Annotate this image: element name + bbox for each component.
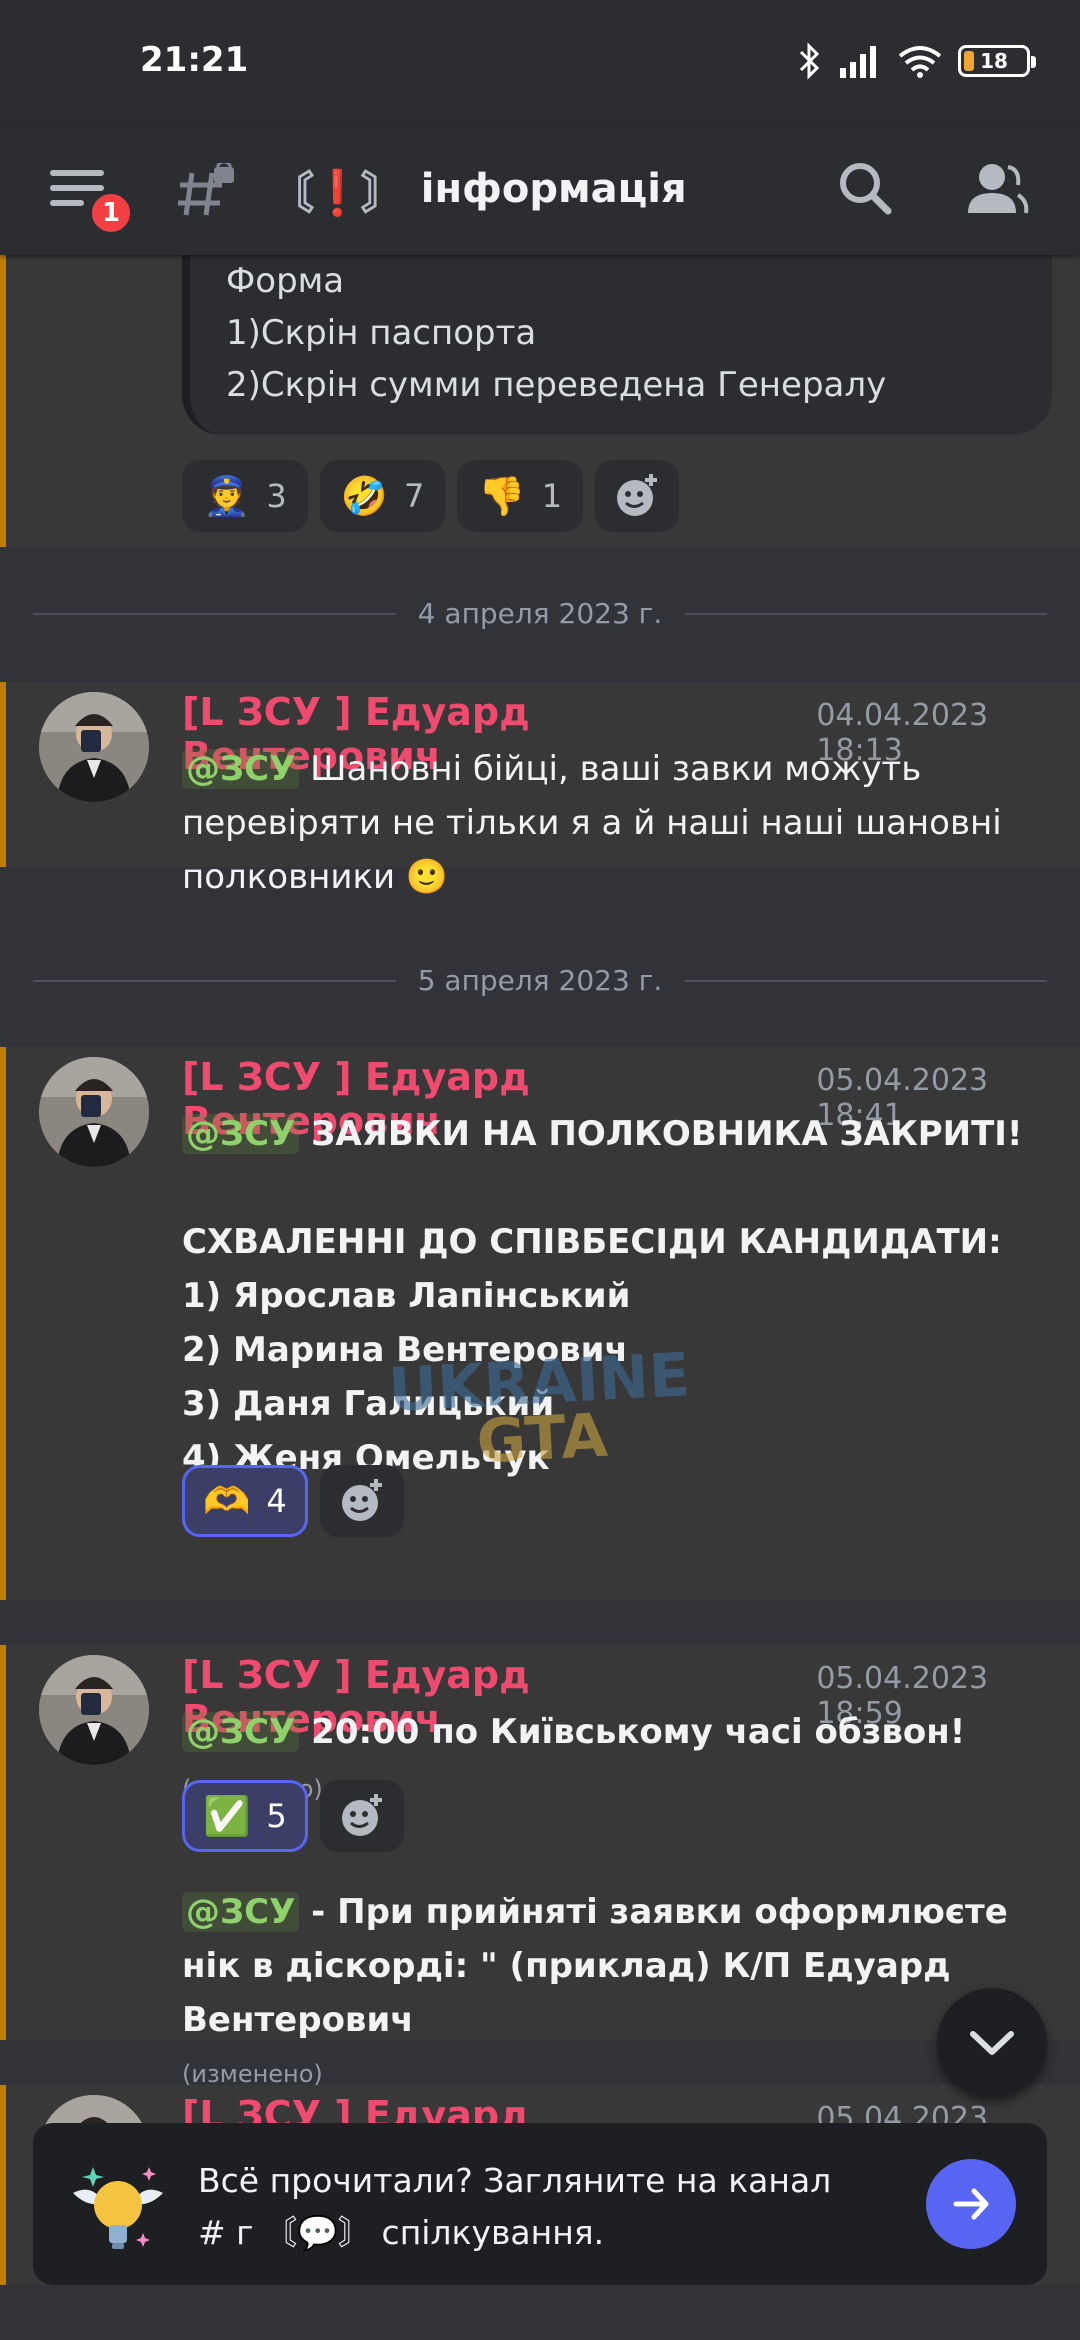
menu-button[interactable]: 1 <box>50 160 140 236</box>
rofl-emoji: 🤣 <box>340 474 389 518</box>
date-divider: 5 апреля 2023 г. <box>33 964 1047 997</box>
check-mark-emoji: ✅ <box>203 1794 251 1838</box>
locked-channel-icon <box>178 160 238 235</box>
members-icon <box>968 164 1029 214</box>
bluetooth-icon <box>799 42 820 80</box>
members-button[interactable] <box>962 155 1032 225</box>
add-reaction-button[interactable] <box>319 1465 404 1537</box>
reaction-heart-hands[interactable]: 🫶 4 <box>182 1465 308 1537</box>
candidate-item: 1) Ярослав Лапінський <box>182 1276 631 1316</box>
message-block: [L ЗСУ ] Едуард Вентерович 05.04.2023 18… <box>0 1645 1080 2088</box>
role-mention[interactable]: @ЗСУ <box>182 1114 300 1154</box>
reaction-count: 5 <box>266 1797 287 1835</box>
channel-header: 1 〘❗〙 інформація <box>0 125 1080 255</box>
arrow-right-icon <box>953 2188 989 2220</box>
add-reaction-button[interactable] <box>319 1780 404 1852</box>
role-mention[interactable]: @ЗСУ <box>182 1712 300 1752</box>
role-mention[interactable]: @ЗСУ <box>182 1892 300 1932</box>
banner-line: Всё прочитали? Загляните на канал <box>198 2161 832 2200</box>
embed-line: Форма <box>226 261 345 301</box>
reaction-count: 3 <box>266 477 287 515</box>
add-reaction-icon <box>341 1794 382 1836</box>
status-bar: 21:21 18 <box>0 0 1080 125</box>
message-line: ЗАЯВКИ НА ПОЛКОВНИКА ЗАКРИТІ! <box>311 1114 1023 1154</box>
message-block: Форма 1)Скрін паспорта 2)Скрін сумми пер… <box>0 255 1080 547</box>
message-text: - При прийняті заявки оформлюєте нік в д… <box>182 1892 1008 2040</box>
date-divider: 4 апреля 2023 г. <box>33 597 1047 630</box>
reaction-check[interactable]: ✅ 5 <box>182 1780 308 1852</box>
user-avatar[interactable] <box>39 692 149 802</box>
search-icon <box>840 163 892 215</box>
reaction-thumbs-down[interactable]: 👎 1 <box>457 460 584 532</box>
go-to-channel-button[interactable] <box>926 2159 1016 2249</box>
message-text: 20:00 по Київському часі обзвон! <box>311 1712 966 1752</box>
search-button[interactable] <box>832 155 902 225</box>
heart-hands-emoji: 🫶 <box>203 1479 251 1523</box>
user-avatar[interactable] <box>39 1057 149 1167</box>
bottom-spacer <box>0 2285 1080 2340</box>
reaction-bar: ✅ 5 <box>182 1780 404 1852</box>
watermark-logo: UKRAINE GTA <box>387 1340 694 1477</box>
thumbs-down-emoji: 👎 <box>478 474 526 518</box>
wifi-icon <box>898 46 942 78</box>
embed-line: 1)Скрін паспорта <box>226 313 537 353</box>
reaction-bar: 🫶 4 <box>182 1465 404 1537</box>
date-divider-label: 5 апреля 2023 г. <box>395 964 685 997</box>
user-avatar[interactable] <box>39 1655 149 1765</box>
message-text: Шановні бійці, ваші завки можуть перевір… <box>182 749 1002 897</box>
status-time: 21:21 <box>140 40 249 80</box>
notification-badge: 1 <box>88 190 134 236</box>
signal-icon <box>840 46 876 78</box>
add-reaction-icon <box>617 474 658 516</box>
reaction-bar: 👮 3 🤣 7 👎 1 <box>182 460 680 532</box>
battery-level: 18 <box>980 49 1008 73</box>
channel-emoji-prefix: 〘❗〙 <box>270 168 405 219</box>
next-channel-banner[interactable]: Всё прочитали? Загляните на канал # г 〘💬… <box>33 2123 1047 2285</box>
lightbulb-wings-icon <box>63 2153 173 2263</box>
reaction-police[interactable]: 👮 3 <box>182 460 308 532</box>
message-block: [L ЗСУ ] Едуард Вентерович 04.04.2023 18… <box>0 682 1080 897</box>
battery-icon: 18 <box>958 45 1036 77</box>
message-block: [L ЗСУ ] Едуард Вентерович 05.04.2023 18… <box>0 1047 1080 1600</box>
channel-name: інформація <box>420 166 687 212</box>
reaction-count: 4 <box>266 1482 287 1520</box>
reaction-laughing[interactable]: 🤣 7 <box>319 460 446 532</box>
banner-line: # г 〘💬〙 спілкування. <box>198 2213 605 2252</box>
message-content-followup: @ЗСУ - При прийняті заявки оформлюєте ні… <box>182 1885 1052 2101</box>
message-list[interactable]: Форма 1)Скрін паспорта 2)Скрін сумми пер… <box>0 255 1080 2340</box>
chevron-down-icon <box>970 2031 1014 2055</box>
reaction-count: 7 <box>404 477 425 515</box>
channel-title: 〘❗〙 інформація <box>270 157 687 221</box>
jump-to-bottom-button[interactable] <box>937 1988 1047 2098</box>
add-reaction-button[interactable] <box>595 460 680 532</box>
role-mention[interactable]: @ЗСУ <box>182 749 300 789</box>
message-content: @ЗСУ Шановні бійці, ваші завки можуть пе… <box>182 742 1052 904</box>
reaction-count: 1 <box>541 477 563 515</box>
status-icons: 18 <box>798 42 1036 80</box>
message-line: СХВАЛЕННІ ДО СПІВБЕСІДИ КАНДИДАТИ: <box>182 1222 1002 1262</box>
banner-text: Всё прочитали? Загляните на канал # г 〘💬… <box>198 2155 918 2259</box>
message-embed: Форма 1)Скрін паспорта 2)Скрін сумми пер… <box>182 255 1052 435</box>
police-emoji: 👮 <box>203 474 251 518</box>
date-divider-label: 4 апреля 2023 г. <box>395 597 685 630</box>
add-reaction-icon <box>341 1479 382 1521</box>
embed-line: 2)Скрін сумми переведена Генералу <box>226 365 887 405</box>
